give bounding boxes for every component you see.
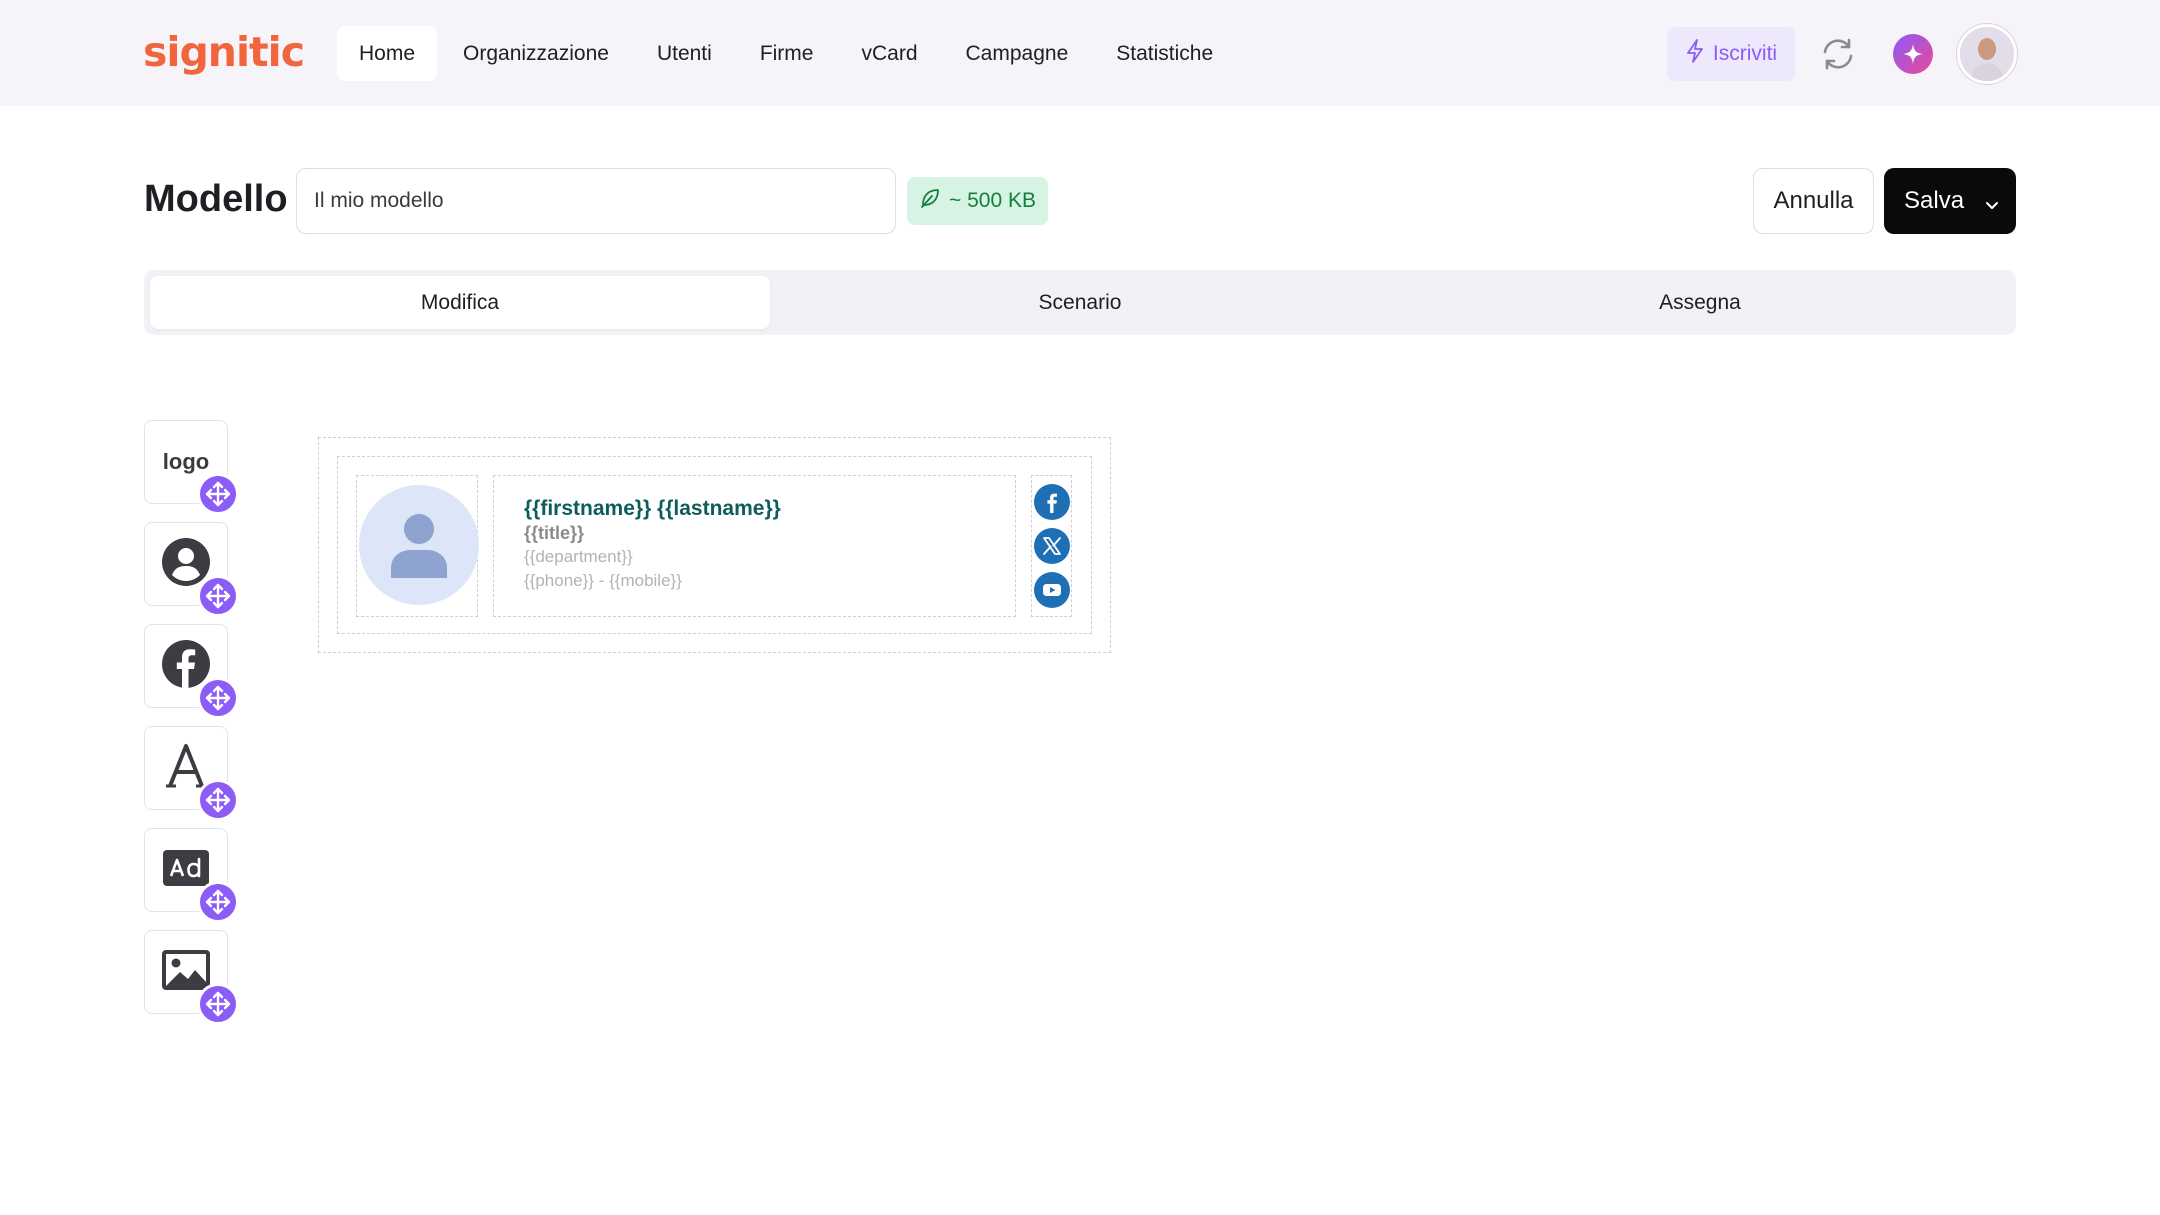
save-button[interactable]: Salva [1884, 168, 2016, 234]
tool-logo-label: logo [162, 449, 210, 474]
move-icon[interactable] [197, 575, 239, 617]
signature-contact[interactable]: {{phone}} - {{mobile}} [524, 569, 1015, 593]
nav-item-utenti[interactable]: Utenti [635, 26, 734, 81]
chevron-down-icon[interactable] [1984, 192, 2000, 220]
nav-item-campagne[interactable]: Campagne [944, 26, 1091, 81]
cancel-button[interactable]: Annulla [1753, 168, 1874, 234]
nav-item-vcard[interactable]: vCard [839, 26, 939, 81]
size-badge: ~ 500 KB [907, 177, 1048, 225]
tool-social[interactable] [144, 624, 239, 719]
move-icon[interactable] [197, 881, 239, 923]
nav-item-firme[interactable]: Firme [738, 26, 836, 81]
signature-canvas[interactable]: {{firstname}} {{lastname}} {{title}} {{d… [318, 437, 1111, 653]
move-icon[interactable] [197, 473, 239, 515]
page-title: Modello [144, 178, 288, 220]
tab-scenario[interactable]: Scenario [770, 276, 1390, 329]
move-icon[interactable] [197, 677, 239, 719]
template-name-input[interactable] [296, 168, 896, 234]
photo-cell[interactable] [356, 475, 479, 617]
x-icon[interactable] [1033, 528, 1070, 564]
text-cell[interactable]: {{firstname}} {{lastname}} {{title}} {{d… [493, 475, 1016, 617]
lightning-icon [1685, 39, 1705, 69]
facebook-icon[interactable] [1033, 484, 1070, 520]
nav-item-organizzazione[interactable]: Organizzazione [441, 26, 631, 81]
tool-text[interactable] [144, 726, 239, 821]
tool-logo[interactable]: logo [144, 420, 239, 515]
user-avatar[interactable] [1957, 24, 2017, 84]
signature-row[interactable]: {{firstname}} {{lastname}} {{title}} {{d… [337, 456, 1092, 634]
main-nav: Home Organizzazione Utenti Firme vCard C… [337, 26, 1239, 81]
leaf-icon [919, 187, 941, 215]
social-cell[interactable] [1031, 475, 1072, 617]
sparkle-icon[interactable] [1893, 34, 1933, 74]
subscribe-label: Iscriviti [1712, 42, 1778, 65]
brand-logo[interactable]: signitic [143, 28, 305, 76]
move-icon[interactable] [197, 983, 239, 1025]
move-icon[interactable] [197, 779, 239, 821]
signature-title[interactable]: {{title}} [524, 522, 1015, 545]
save-button-label: Salva [1904, 187, 1965, 214]
nav-item-statistiche[interactable]: Statistiche [1094, 26, 1235, 81]
top-navigation-bar: signitic Home Organizzazione Utenti Firm… [0, 0, 2160, 106]
tool-image[interactable] [144, 930, 239, 1025]
sync-icon[interactable] [1818, 34, 1858, 74]
editor-tabs: Modifica Scenario Assegna [144, 270, 2016, 335]
size-badge-label: ~ 500 KB [949, 189, 1036, 212]
signature-department[interactable]: {{department}} [524, 545, 1015, 569]
signature-name[interactable]: {{firstname}} {{lastname}} [524, 496, 1015, 522]
tool-banner[interactable] [144, 828, 239, 923]
nav-item-home[interactable]: Home [337, 26, 438, 81]
youtube-icon[interactable] [1033, 572, 1070, 608]
subscribe-button[interactable]: Iscriviti [1667, 27, 1795, 81]
tab-modifica[interactable]: Modifica [150, 276, 770, 329]
tool-person[interactable] [144, 522, 239, 617]
profile-photo-placeholder[interactable] [359, 485, 479, 605]
tab-assegna[interactable]: Assegna [1390, 276, 2010, 329]
